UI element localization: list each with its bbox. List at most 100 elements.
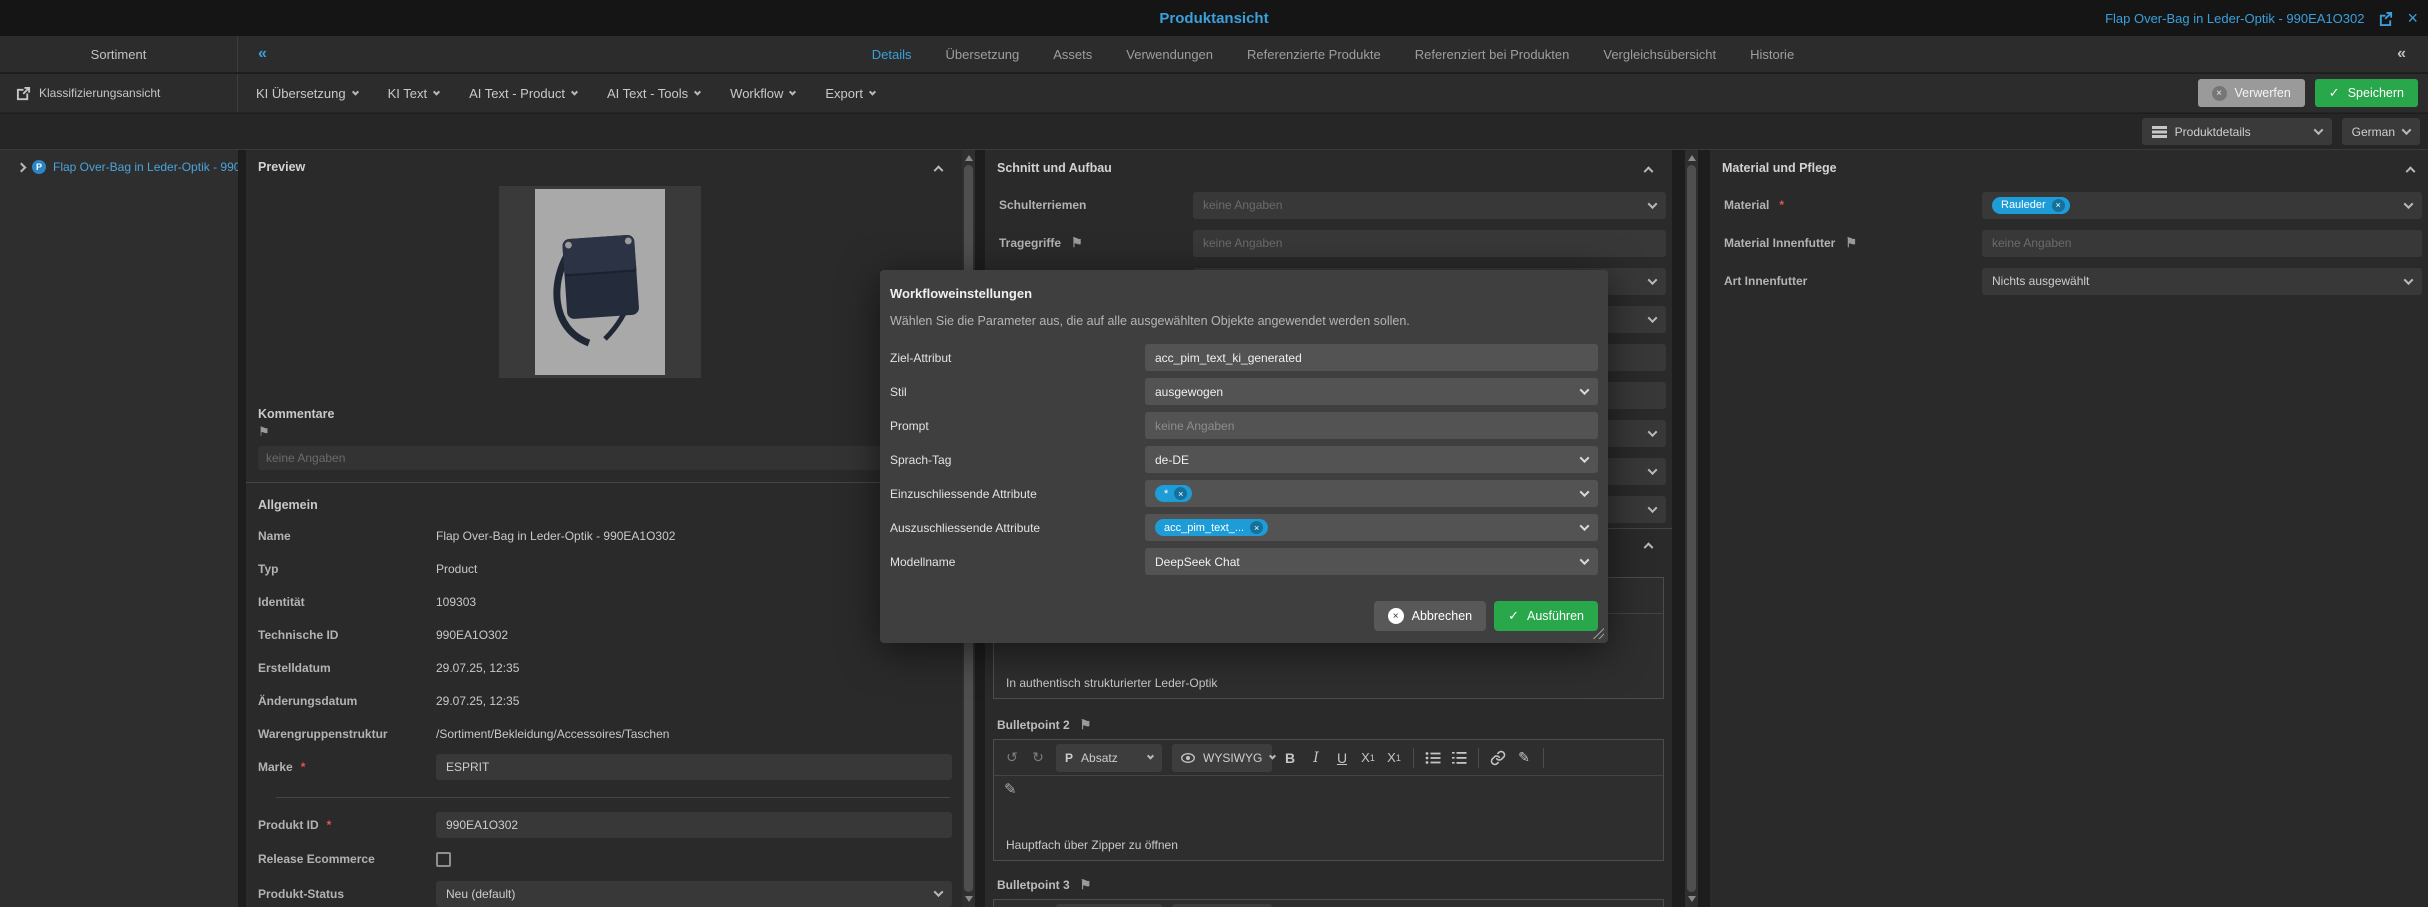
sidebar-header: Sortiment	[0, 36, 238, 72]
marke-row: Marke* ESPRIT	[246, 750, 962, 783]
menu-ai-text-tools[interactable]: AI Text - Tools	[607, 86, 700, 101]
highlighter-icon[interactable]: ✎	[1512, 745, 1536, 771]
modellname-select[interactable]: DeepSeek Chat	[1145, 548, 1598, 575]
menu-export[interactable]: Export	[825, 86, 875, 101]
tab-referenziert-bei-produkten[interactable]: Referenziert bei Produkten	[1415, 47, 1570, 62]
schnitt-collapse-icon[interactable]	[1644, 166, 1654, 176]
cancel-button[interactable]: × Abbrechen	[1374, 601, 1486, 631]
bold-icon[interactable]: B	[1278, 745, 1302, 771]
einzuschliessende-attribute-select[interactable]: *×	[1145, 480, 1598, 507]
tab-verwendungen[interactable]: Verwendungen	[1126, 47, 1213, 62]
tab-vergleichsuebersicht[interactable]: Vergleichsübersicht	[1603, 47, 1716, 62]
tree-expand-icon[interactable]	[17, 162, 27, 172]
material-collapse-icon[interactable]	[2406, 166, 2416, 176]
run-button[interactable]: ✓ Ausführen	[1494, 601, 1598, 631]
sprach-tag-select[interactable]: de-DE	[1145, 446, 1598, 473]
include-attributes-chip[interactable]: *×	[1155, 485, 1192, 502]
preview-collapse-icon[interactable]	[934, 165, 944, 175]
scroll-down-arrow[interactable]	[1688, 896, 1696, 902]
material-chip[interactable]: Rauleder ×	[1992, 197, 2070, 214]
scrollbar-thumb[interactable]	[1687, 165, 1696, 892]
scroll-up-arrow[interactable]	[1688, 155, 1696, 161]
bulletpoint3-label-row: Bulletpoint 3 ⚑	[985, 875, 1672, 895]
tab-historie[interactable]: Historie	[1750, 47, 1794, 62]
view-layout-select[interactable]: Produktdetails	[2142, 118, 2332, 145]
collapse-sidebar-icon[interactable]: «	[258, 45, 267, 63]
modellname-row: Modellname DeepSeek Chat	[890, 548, 1598, 575]
stil-select[interactable]: ausgewogen	[1145, 378, 1598, 405]
discard-button[interactable]: × Verwerfen	[2198, 79, 2305, 107]
wysiwyg-mode-select[interactable]: WYSIWYG	[1172, 904, 1272, 907]
schulterriemen-select[interactable]: keine Angaben	[1193, 192, 1666, 219]
scroll-up-arrow[interactable]	[965, 155, 973, 161]
superscript-icon[interactable]: X1	[1382, 745, 1406, 771]
collapse-right-panel-icon[interactable]: «	[2397, 45, 2406, 63]
tab-assets[interactable]: Assets	[1053, 47, 1092, 62]
material-select[interactable]: Rauleder ×	[1982, 192, 2422, 219]
release-ecommerce-checkbox[interactable]	[436, 852, 451, 867]
texte-collapse-icon[interactable]	[1644, 542, 1654, 552]
menu-ai-text-product[interactable]: AI Text - Product	[469, 86, 577, 101]
info-value: 109303	[436, 595, 476, 609]
produkt-status-select[interactable]: Neu (default)	[436, 881, 952, 907]
edit-pencil-icon[interactable]: ✎	[1004, 780, 1017, 798]
editor-content[interactable]: ✎ Hauptfach über Zipper zu öffnen	[994, 776, 1663, 860]
material-innenfutter-row: Material Innenfutter⚑ keine Angaben	[1710, 224, 2428, 262]
produkt-id-input[interactable]: 990EA1O302	[436, 812, 952, 838]
chip-remove-icon[interactable]: ×	[1250, 521, 1263, 534]
paragraph-select[interactable]: PAbsatz	[1056, 744, 1162, 772]
produkt-id-row: Produkt ID* 990EA1O302	[246, 808, 962, 841]
bullet-list-icon[interactable]	[1421, 745, 1445, 771]
left-details-panel: Preview Kommen	[246, 150, 962, 907]
material-innenfutter-flag-icon[interactable]: ⚑	[1845, 235, 1857, 251]
wysiwyg-mode-select[interactable]: WYSIWYG	[1172, 744, 1272, 772]
menu-ki-uebersetzung[interactable]: KI Übersetzung	[256, 86, 358, 101]
italic-icon[interactable]: I	[1304, 745, 1328, 771]
art-innenfutter-select[interactable]: Nichts ausgewählt	[1982, 268, 2422, 295]
classification-view-switch[interactable]: Klassifizierungsansicht	[0, 74, 238, 112]
save-button[interactable]: ✓ Speichern	[2315, 79, 2418, 107]
kommentar-input[interactable]: keine Angaben	[258, 446, 950, 470]
tab-uebersetzung[interactable]: Übersetzung	[946, 47, 1020, 62]
info-value: Flap Over-Bag in Leder-Optik - 990EA1O30…	[436, 529, 675, 543]
kommentar-flag-icon[interactable]: ⚑	[258, 424, 270, 439]
tragegriffe-input[interactable]: keine Angaben	[1193, 230, 1666, 257]
material-innenfutter-input[interactable]: keine Angaben	[1982, 230, 2422, 257]
underline-icon[interactable]: U	[1330, 745, 1354, 771]
numbered-list-icon[interactable]	[1447, 745, 1471, 771]
open-external-icon[interactable]	[2378, 11, 2393, 26]
tragegriffe-flag-icon[interactable]: ⚑	[1071, 235, 1083, 251]
bulletpoint3-flag-icon[interactable]: ⚑	[1080, 877, 1092, 893]
middle-panel-scrollbar[interactable]	[1685, 150, 1698, 907]
subscript-icon[interactable]: X1	[1356, 745, 1380, 771]
info-row-erstelldatum: Erstelldatum 29.07.25, 12:35	[246, 651, 962, 684]
marke-input[interactable]: ESPRIT	[436, 754, 952, 780]
product-name-link[interactable]: Flap Over-Bag in Leder-Optik - 990EA1O30…	[2105, 11, 2364, 26]
tab-referenzierte-produkte[interactable]: Referenzierte Produkte	[1247, 47, 1381, 62]
chip-remove-icon[interactable]: ×	[1174, 487, 1187, 500]
paragraph-select[interactable]: PAbsatz	[1056, 904, 1162, 907]
action-toolbar: Klassifizierungsansicht KI Übersetzung K…	[0, 74, 2428, 113]
ziel-attribut-input[interactable]: acc_pim_text_ki_generated	[1145, 344, 1598, 371]
chip-remove-icon[interactable]: ×	[2052, 199, 2065, 212]
bulletpoint1-text: In authentisch strukturierter Leder-Opti…	[1006, 676, 1217, 690]
auszuschliessende-attribute-select[interactable]: acc_pim_text_...×	[1145, 514, 1598, 541]
art-innenfutter-row: Art Innenfutter Nichts ausgewählt	[1710, 262, 2428, 300]
info-row-technische-id: Technische ID 990EA1O302	[246, 618, 962, 651]
required-asterisk: *	[301, 760, 306, 774]
menu-ki-text[interactable]: KI Text	[388, 86, 440, 101]
undo-icon[interactable]: ↺	[1000, 745, 1024, 771]
bulletpoint2-flag-icon[interactable]: ⚑	[1080, 717, 1092, 733]
link-icon[interactable]	[1486, 745, 1510, 771]
close-icon[interactable]: ×	[2407, 8, 2418, 29]
bulletpoint2-label-row: Bulletpoint 2 ⚑	[985, 715, 1672, 735]
tab-details[interactable]: Details	[872, 47, 912, 62]
tree-item-product[interactable]: P Flap Over-Bag in Leder-Optik - 990	[0, 150, 238, 174]
menu-workflow[interactable]: Workflow	[730, 86, 795, 101]
language-select[interactable]: German	[2342, 118, 2420, 145]
exclude-attributes-chip[interactable]: acc_pim_text_...×	[1155, 519, 1268, 536]
prompt-input[interactable]: keine Angaben	[1145, 412, 1598, 439]
redo-icon[interactable]: ↻	[1026, 745, 1050, 771]
produkt-status-row: Produkt-Status Neu (default)	[246, 877, 962, 907]
scroll-down-arrow[interactable]	[965, 896, 973, 902]
